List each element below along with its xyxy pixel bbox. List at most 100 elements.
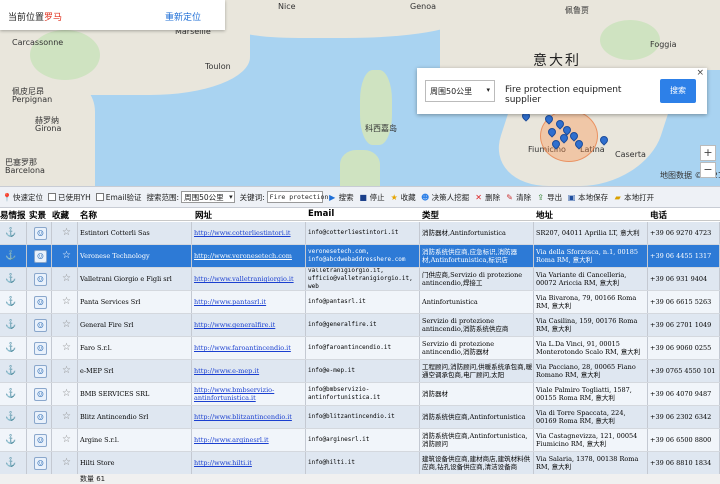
- anchor-icon[interactable]: ⚓: [2, 252, 16, 261]
- table-row[interactable]: ⚓ ☺ ☆ Hilti Store http://www.hilti.it info@hi…: [0, 452, 720, 474]
- star-icon[interactable]: ☆: [54, 251, 71, 261]
- star-icon[interactable]: ☆: [54, 274, 71, 284]
- range-select[interactable]: 周围50公里: [181, 191, 235, 203]
- cell-url[interactable]: http://www.e-mep.it: [192, 360, 306, 382]
- close-icon[interactable]: ×: [696, 68, 704, 78]
- cell-url[interactable]: http://www.arginesrl.it: [192, 429, 306, 451]
- radius-select[interactable]: 周围50公里 ▾: [425, 80, 495, 102]
- person-icon[interactable]: ☺: [34, 295, 47, 309]
- col-header-phone[interactable]: 电话: [650, 209, 667, 221]
- anchor-icon[interactable]: ⚓: [2, 275, 16, 284]
- cell-url[interactable]: http://www.generalfire.it: [192, 314, 306, 336]
- keyword-input[interactable]: Fire protection: [266, 191, 328, 203]
- intel-cell[interactable]: ⚓: [0, 291, 27, 313]
- favorite-cell[interactable]: ☆: [52, 245, 78, 267]
- streetview-cell[interactable]: ☺: [27, 291, 52, 313]
- favorite-cell[interactable]: ☆: [52, 314, 78, 336]
- anchor-icon[interactable]: ⚓: [2, 459, 16, 468]
- cell-url[interactable]: http://www.blitzantincendio.it: [192, 406, 306, 428]
- cell-url[interactable]: http://www.hilti.it: [192, 452, 306, 474]
- clear-button[interactable]: ✎ 清除: [505, 192, 531, 203]
- anchor-icon[interactable]: ⚓: [2, 390, 16, 399]
- person-icon[interactable]: ☺: [34, 318, 47, 332]
- star-icon[interactable]: ☆: [54, 435, 71, 445]
- favorite-cell[interactable]: ☆: [52, 222, 78, 244]
- anchor-icon[interactable]: ⚓: [2, 436, 16, 445]
- intel-cell[interactable]: ⚓: [0, 314, 27, 336]
- favorite-cell[interactable]: ☆: [52, 452, 78, 474]
- col-header-email[interactable]: Email: [308, 209, 334, 219]
- streetview-cell[interactable]: ☺: [27, 268, 52, 290]
- search-button[interactable]: ▶ 搜索: [328, 192, 354, 203]
- streetview-cell[interactable]: ☺: [27, 452, 52, 474]
- intel-cell[interactable]: ⚓: [0, 268, 27, 290]
- intel-cell[interactable]: ⚓: [0, 406, 27, 428]
- person-icon[interactable]: ☺: [34, 433, 47, 447]
- cell-url[interactable]: http://www.valletranigiorgio.it: [192, 268, 306, 290]
- relocate-link[interactable]: 重新定位: [165, 10, 201, 23]
- keyword-search-input[interactable]: Fire protection equipment supplier: [499, 80, 659, 105]
- favorite-cell[interactable]: ☆: [52, 337, 78, 359]
- delete-button[interactable]: ✕ 删除: [474, 192, 500, 203]
- star-icon[interactable]: ☆: [54, 297, 71, 307]
- person-icon[interactable]: ☺: [34, 341, 47, 355]
- export-button[interactable]: ⇪ 导出: [536, 192, 562, 203]
- person-icon[interactable]: ☺: [34, 410, 47, 424]
- star-icon[interactable]: ☆: [54, 458, 71, 468]
- table-row[interactable]: ⚓ ☺ ☆ Estintori Cotterli Sas http://www.cott…: [0, 222, 720, 245]
- favorite-cell[interactable]: ☆: [52, 291, 78, 313]
- used-yh-checkbox[interactable]: 已使用YH: [48, 192, 91, 203]
- star-icon[interactable]: ☆: [54, 412, 71, 422]
- cell-url[interactable]: http://www.bmbservizio-antinfortunistica…: [192, 383, 306, 405]
- intel-cell[interactable]: ⚓: [0, 360, 27, 382]
- table-row[interactable]: ⚓ ☺ ☆ Faro S.r.l. http://www.faroantincendio…: [0, 337, 720, 360]
- email-verify-checkbox[interactable]: Email验证: [95, 192, 142, 203]
- map-search-button[interactable]: 搜索: [660, 79, 696, 103]
- col-header-streetview[interactable]: 实景: [29, 209, 46, 221]
- streetview-cell[interactable]: ☺: [27, 314, 52, 336]
- intel-cell[interactable]: ⚓: [0, 337, 27, 359]
- cell-url[interactable]: http://www.cotterliestintori.it: [192, 222, 306, 244]
- stop-button[interactable]: ■ 停止: [359, 192, 384, 203]
- table-row[interactable]: ⚓ ☺ ☆ Argine S.r.l. http://www.arginesrl.it i…: [0, 429, 720, 452]
- map-view[interactable]: Nice Genoa Marseille Toulon Carcassonne …: [0, 0, 720, 186]
- person-icon[interactable]: ☺: [34, 387, 47, 401]
- streetview-cell[interactable]: ☺: [27, 245, 52, 267]
- streetview-cell[interactable]: ☺: [27, 222, 52, 244]
- star-icon[interactable]: ☆: [54, 366, 71, 376]
- person-icon[interactable]: ☺: [34, 249, 47, 263]
- anchor-icon[interactable]: ⚓: [2, 321, 16, 330]
- col-header-type[interactable]: 类型: [422, 209, 439, 221]
- intel-cell[interactable]: ⚓: [0, 222, 27, 244]
- table-row[interactable]: ⚓ ☺ ☆ Blitz Antincendio Srl http://www.blitz…: [0, 406, 720, 429]
- anchor-icon[interactable]: ⚓: [2, 344, 16, 353]
- streetview-cell[interactable]: ☺: [27, 337, 52, 359]
- deep-mine-button[interactable]: ☻ 决策人挖掘: [421, 192, 469, 203]
- favorite-cell[interactable]: ☆: [52, 268, 78, 290]
- streetview-cell[interactable]: ☺: [27, 360, 52, 382]
- col-header-favorite[interactable]: 收藏: [52, 209, 69, 221]
- col-header-intel[interactable]: 易情报: [0, 209, 26, 221]
- col-header-address[interactable]: 地址: [536, 209, 553, 221]
- person-icon[interactable]: ☺: [34, 364, 47, 378]
- intel-cell[interactable]: ⚓: [0, 452, 27, 474]
- star-icon[interactable]: ☆: [54, 389, 71, 399]
- intel-cell[interactable]: ⚓: [0, 429, 27, 451]
- table-row[interactable]: ⚓ ☺ ☆ e-MEP Srl http://www.e-mep.it info@e-me…: [0, 360, 720, 383]
- zoom-out-button[interactable]: −: [700, 162, 716, 178]
- cell-url[interactable]: http://www.pantasrl.it: [192, 291, 306, 313]
- table-row[interactable]: ⚓ ☺ ☆ Veronese Technology http://www.verones…: [0, 245, 720, 268]
- save-local-button[interactable]: ▣ 本地保存: [567, 192, 608, 203]
- streetview-cell[interactable]: ☺: [27, 406, 52, 428]
- anchor-icon[interactable]: ⚓: [2, 298, 16, 307]
- col-header-name[interactable]: 名称: [80, 209, 97, 221]
- col-header-url[interactable]: 网址: [195, 209, 212, 221]
- table-row[interactable]: ⚓ ☺ ☆ Valletrani Giorgio e Figli srl http://…: [0, 268, 720, 291]
- person-icon[interactable]: ☺: [34, 226, 47, 240]
- favorite-cell[interactable]: ☆: [52, 360, 78, 382]
- anchor-icon[interactable]: ⚓: [2, 413, 16, 422]
- cell-url[interactable]: http://www.veronesetech.com: [192, 245, 306, 267]
- table-row[interactable]: ⚓ ☺ ☆ Panta Services Srl http://www.pantasrl…: [0, 291, 720, 314]
- favorite-button[interactable]: ★ 收藏: [390, 192, 416, 203]
- intel-cell[interactable]: ⚓: [0, 245, 27, 267]
